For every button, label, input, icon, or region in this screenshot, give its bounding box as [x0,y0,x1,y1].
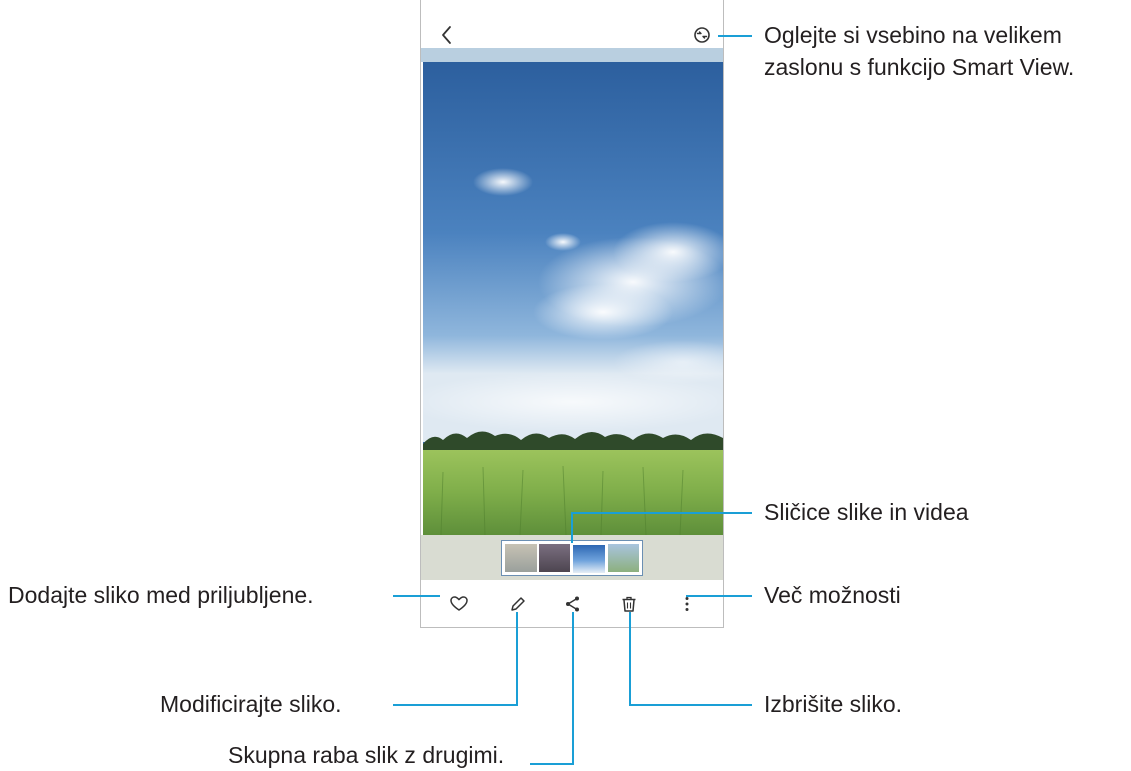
callout-favorite: Dodajte sliko med priljubljene. [8,582,314,608]
callout-line-delete [629,612,752,706]
callout-lines [393,35,752,765]
callout-delete: Izbrišite sliko. [764,691,903,717]
callout-edit: Modificirajte sliko. [160,691,342,717]
callout-smart-view-line2: zaslonu s funkcijo Smart View. [764,54,1075,80]
callout-thumbnails: Sličice slike in videa [764,499,969,525]
callout-line-thumbnails [571,512,752,543]
callout-share: Skupna raba slik z drugimi. [228,742,505,768]
callout-smart-view: Oglejte si vsebino na velikem [764,22,1062,48]
callout-line-edit [393,612,518,706]
callout-line-share [530,612,574,765]
callout-more-options: Več možnosti [764,582,901,608]
